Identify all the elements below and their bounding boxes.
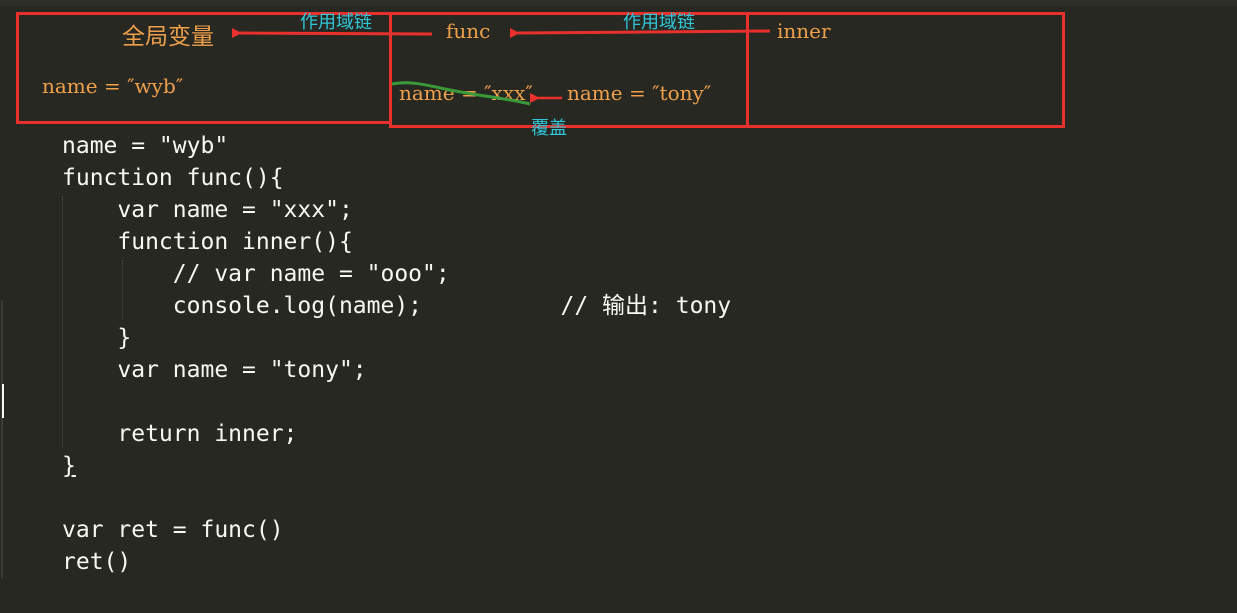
strike-through-xxx: [391, 81, 531, 106]
code-line: ret(): [62, 549, 132, 575]
code-line: console.log(name); // 输出: tony: [62, 293, 732, 319]
code-editor[interactable]: name = "wyb" function func(){ var name =…: [62, 130, 731, 578]
text-cursor: [2, 384, 4, 418]
code-line: }: [62, 325, 132, 351]
code-line: var ret = func(): [62, 517, 284, 543]
arrow-inner-to-func: [509, 28, 771, 39]
code-line: }: [62, 453, 76, 479]
code-line: function func(){: [62, 165, 284, 191]
code-line: var name = "tony";: [62, 357, 367, 383]
code-line: // var name = "ooo";: [62, 261, 450, 287]
arrow-func-to-global: [231, 27, 433, 38]
code-line: return inner;: [62, 421, 298, 447]
code-line: var name = "xxx";: [62, 197, 353, 223]
code-line: function inner(){: [62, 229, 353, 255]
code-line: name = "wyb": [62, 133, 229, 159]
